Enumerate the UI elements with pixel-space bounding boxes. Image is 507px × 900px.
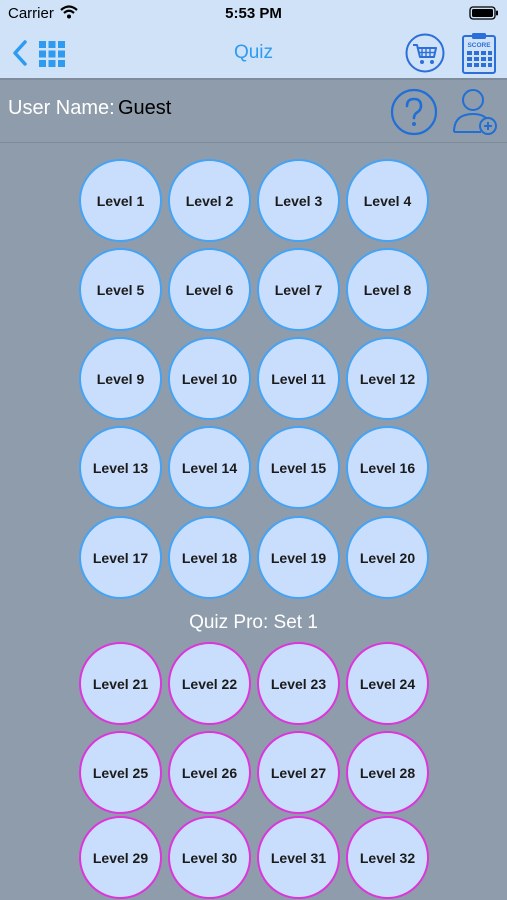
level-button[interactable]: Level 12	[346, 337, 429, 420]
pro-level-button[interactable]: Level 25	[79, 731, 162, 814]
level-button[interactable]: Level 19	[257, 516, 340, 599]
level-button[interactable]: Level 15	[257, 426, 340, 509]
level-button[interactable]: Level 8	[346, 248, 429, 331]
level-button[interactable]: Level 7	[257, 248, 340, 331]
level-button[interactable]: Level 16	[346, 426, 429, 509]
section-title: Quiz Pro: Set 1	[189, 612, 318, 633]
level-button[interactable]: Level 1	[79, 159, 162, 242]
levels-grid: Level 1 Level 2 Level 3 Level 4 Level 5 …	[0, 0, 507, 900]
level-button[interactable]: Level 11	[257, 337, 340, 420]
level-button[interactable]: Level 5	[79, 248, 162, 331]
level-button[interactable]: Level 4	[346, 159, 429, 242]
pro-level-button[interactable]: Level 28	[346, 731, 429, 814]
level-button[interactable]: Level 13	[79, 426, 162, 509]
pro-level-button[interactable]: Level 31	[257, 816, 340, 899]
level-button[interactable]: Level 18	[168, 516, 251, 599]
pro-level-button[interactable]: Level 27	[257, 731, 340, 814]
level-button[interactable]: Level 3	[257, 159, 340, 242]
pro-level-button[interactable]: Level 21	[79, 642, 162, 725]
pro-level-button[interactable]: Level 24	[346, 642, 429, 725]
pro-level-button[interactable]: Level 22	[168, 642, 251, 725]
pro-level-button[interactable]: Level 23	[257, 642, 340, 725]
level-button[interactable]: Level 6	[168, 248, 251, 331]
level-button[interactable]: Level 14	[168, 426, 251, 509]
level-button[interactable]: Level 2	[168, 159, 251, 242]
pro-level-button[interactable]: Level 32	[346, 816, 429, 899]
level-button[interactable]: Level 9	[79, 337, 162, 420]
level-button[interactable]: Level 10	[168, 337, 251, 420]
level-button[interactable]: Level 17	[79, 516, 162, 599]
pro-level-button[interactable]: Level 26	[168, 731, 251, 814]
pro-level-button[interactable]: Level 30	[168, 816, 251, 899]
pro-level-button[interactable]: Level 29	[79, 816, 162, 899]
level-button[interactable]: Level 20	[346, 516, 429, 599]
